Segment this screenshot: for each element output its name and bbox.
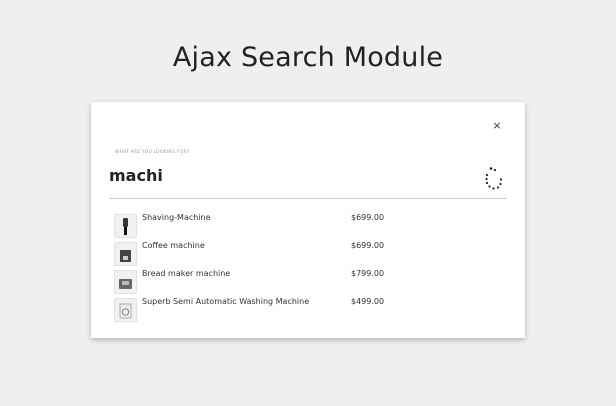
search-divider <box>109 198 507 199</box>
result-item[interactable]: Bread maker machine $799.00 <box>114 268 494 296</box>
search-prompt: WHAT ARE YOU LOOKING FOR? <box>115 150 190 155</box>
result-price: $699.00 <box>351 241 385 250</box>
page-title: Ajax Search Module <box>172 42 444 73</box>
shaver-icon <box>114 214 137 238</box>
result-price: $699.00 <box>351 213 385 222</box>
washing-machine-icon <box>114 298 137 322</box>
result-name: Superb Semi Automatic Washing Machine <box>142 297 310 306</box>
close-icon[interactable]: × <box>491 120 503 132</box>
search-input[interactable] <box>109 166 449 185</box>
result-item[interactable]: Superb Semi Automatic Washing Machine $4… <box>114 296 494 324</box>
search-panel: × WHAT ARE YOU LOOKING FOR? Shaving-Mach… <box>91 102 525 338</box>
result-name: Coffee machine <box>142 241 205 250</box>
result-item[interactable]: Shaving-Machine $699.00 <box>114 212 494 240</box>
loading-spinner-icon <box>485 167 503 190</box>
result-item[interactable]: Coffee machine $699.00 <box>114 240 494 268</box>
result-name: Shaving-Machine <box>142 213 211 222</box>
search-results-list: Shaving-Machine $699.00 Coffee machine $… <box>114 212 494 324</box>
coffee-machine-icon <box>114 242 137 266</box>
result-price: $799.00 <box>351 269 385 278</box>
result-name: Bread maker machine <box>142 269 231 278</box>
bread-maker-icon <box>114 270 137 294</box>
result-price: $499.00 <box>351 297 385 306</box>
